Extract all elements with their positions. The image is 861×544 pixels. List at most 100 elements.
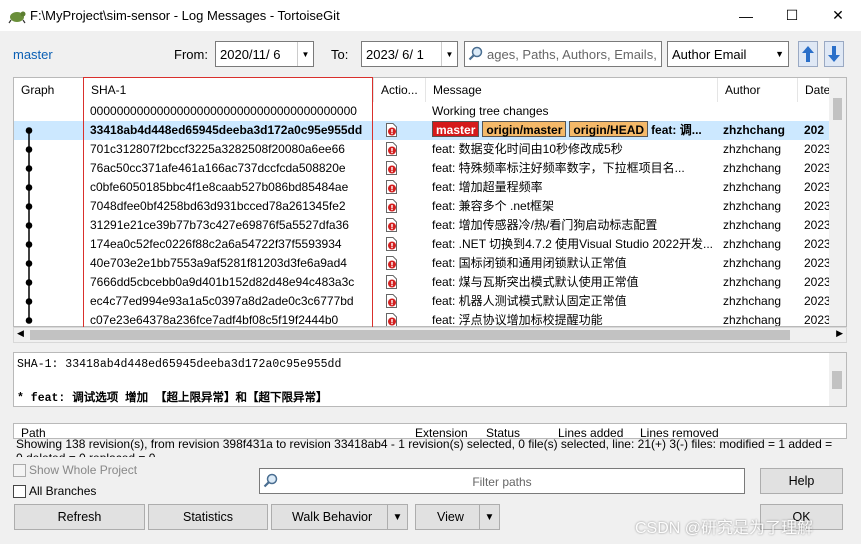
message-cell: feat: 浮点协议增加标校提醒功能 [432,313,603,327]
view-button[interactable]: View ▼ [415,504,500,530]
help-button[interactable]: Help [760,468,843,494]
walk-behavior-button[interactable]: Walk Behavior ▼ [271,504,408,530]
arrow-up-icon [802,46,814,62]
walk-behavior-label: Walk Behavior [292,510,373,524]
close-button[interactable]: ✕ [815,0,861,31]
author-cell: zhzhchang [723,161,782,175]
author-cell: zhzhchang [723,123,785,137]
scroll-right-icon[interactable]: ▶ [836,328,843,339]
search-filter-value: Author Email [672,46,747,62]
modified-file-icon [386,313,397,326]
message-cell: feat: 特殊频率标注好频率数字，下拉框项目名... [432,161,685,175]
modified-file-icon [386,275,397,289]
column-graph[interactable]: Graph [14,78,84,102]
graph-node-icon [22,121,42,140]
column-author[interactable]: Author [718,78,798,102]
show-whole-project-option[interactable]: Show Whole Project [13,463,137,477]
chevron-down-icon[interactable]: ▼ [387,505,407,529]
chevron-down-icon[interactable]: ▼ [441,42,457,66]
minimize-button[interactable]: — [723,0,769,31]
graph-node-icon [22,235,42,254]
message-cell: feat: 增加传感器冷/热/看门狗启动标志配置 [432,218,658,232]
message-cell: feat: 兼容多个 .net框架 [432,199,555,213]
author-cell: zhzhchang [723,199,782,213]
message-cell: feat: 国标闭锁和通用闭锁默认正常值 [432,256,627,270]
author-cell: zhzhchang [723,142,782,156]
show-whole-project-label: Show Whole Project [29,463,138,477]
tortoisegit-icon [8,8,26,24]
to-date-picker[interactable]: 2023/ 6/ 1 ▼ [361,41,458,67]
search-placeholder: ages, Paths, Authors, Emails, [487,46,657,62]
show-whole-project-checkbox[interactable] [13,463,26,477]
status-text: Showing 138 revision(s), from revision 3… [16,437,833,457]
to-label: To: [331,47,349,62]
column-actions[interactable]: Actio... [374,78,426,102]
ref-badge[interactable]: origin/master [482,121,567,137]
author-cell: zhzhchang [723,237,782,251]
modified-file-icon [386,294,397,308]
column-message[interactable]: Message [426,78,718,102]
author-cell: zhzhchang [723,275,782,289]
scrollbar-thumb[interactable] [30,330,790,340]
graph-node-icon [22,311,42,326]
commit-detail-pane[interactable]: SHA-1: 33418ab4d448ed65945deeba3d172a0c9… [13,352,847,407]
message-cell: feat: .NET 切换到4.7.2 使用Visual Studio 2022… [432,237,714,251]
arrow-up-button[interactable] [798,41,818,67]
modified-file-icon [386,142,397,156]
statistics-button[interactable]: Statistics [148,504,268,530]
graph-node-icon [22,273,42,292]
all-branches-checkbox[interactable] [13,484,26,498]
arrow-down-button[interactable] [824,41,844,67]
modified-file-icon [386,237,397,251]
from-date-value: 2020/11/ 6 [220,46,281,62]
from-label: From: [174,47,208,62]
maximize-button[interactable]: ☐ [769,0,815,31]
modified-file-icon [386,256,397,270]
modified-file-icon [386,218,397,232]
message-cell: Working tree changes [432,104,549,118]
scroll-left-icon[interactable]: ◀ [17,328,24,339]
detail-message: * feat: 调试选项 增加 【超上限异常】和【超下限异常】 [17,392,328,405]
chevron-down-icon[interactable]: ▼ [479,505,499,529]
graph-node-icon [22,178,42,197]
horizontal-scrollbar[interactable]: ◀ ▶ [13,327,847,343]
branch-link[interactable]: master [13,47,53,62]
author-cell: zhzhchang [723,313,782,327]
author-cell: zhzhchang [723,180,782,194]
graph-node-icon [22,140,42,159]
watermark: CSDN @研究是为了理解 [635,520,814,537]
refresh-button[interactable]: Refresh [14,504,145,530]
author-cell: zhzhchang [723,294,782,308]
message-cell: feat: 机器人测试模式默认固定正常值 [432,294,627,308]
graph-node-icon [22,216,42,235]
vertical-scrollbar[interactable] [829,78,846,326]
author-cell [723,102,798,121]
search-filter-combo[interactable]: Author Email ▼ [667,41,789,67]
modified-file-icon [386,180,397,194]
from-date-picker[interactable]: 2020/11/ 6 ▼ [215,41,314,67]
all-branches-option[interactable]: All Branches [13,484,96,498]
message-cell: master origin/master origin/HEAD feat: 调... [432,121,722,140]
chevron-down-icon[interactable]: ▼ [775,49,784,59]
view-label: View [437,510,464,524]
detail-scrollbar[interactable] [829,353,846,406]
message-cell: feat: 增加超量程频率 [432,180,543,194]
message-cell: feat: 数据变化时间由10秒修改成5秒 [432,142,623,156]
author-cell: zhzhchang [723,256,782,270]
window-title: F:\MyProject\sim-sensor - Log Messages -… [30,8,340,23]
search-icon[interactable] [465,46,487,62]
ref-badge[interactable]: origin/HEAD [569,121,649,137]
chevron-down-icon[interactable]: ▼ [297,42,313,66]
graph-node-icon [22,197,42,216]
author-cell: zhzhchang [723,218,782,232]
modified-file-icon [386,199,397,213]
search-input[interactable]: ages, Paths, Authors, Emails, [464,41,662,67]
filter-paths-input[interactable]: Filter paths [259,468,745,494]
message-cell: feat: 煤与瓦斯突出模式默认使用正常值 [432,275,639,289]
filter-paths-placeholder: Filter paths [472,475,532,489]
ref-badge[interactable]: master [432,121,480,137]
to-date-value: 2023/ 6/ 1 [366,46,424,62]
title-bar: F:\MyProject\sim-sensor - Log Messages -… [0,0,861,31]
modified-file-icon [386,161,397,175]
message-text: feat: 调... [651,123,702,137]
